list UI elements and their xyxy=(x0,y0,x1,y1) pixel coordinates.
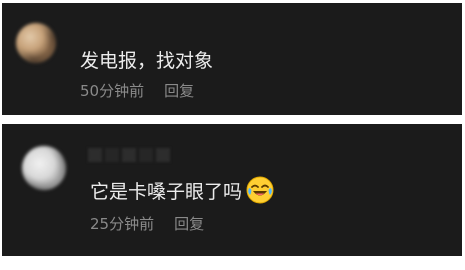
crying-laughing-emoji-icon xyxy=(246,176,274,204)
avatar[interactable] xyxy=(22,146,66,190)
reply-button[interactable]: 回复 xyxy=(174,215,204,233)
comment-text: 发电报，找对象 xyxy=(80,50,214,72)
username-redacted xyxy=(88,148,170,162)
comment-meta: 25分钟前 回复 xyxy=(90,215,204,233)
comment-time: 50分钟前 xyxy=(80,82,145,100)
comment-item: 它是卡嗓子眼了吗 25分钟前 回复 xyxy=(2,124,462,256)
comment-text-row: 它是卡嗓子眼了吗 xyxy=(90,176,274,204)
avatar[interactable] xyxy=(16,23,56,63)
comment-time: 25分钟前 xyxy=(90,215,155,233)
comments-screenshot: 发电报，找对象 50分钟前 回复 它是卡嗓子眼了吗 25分钟前 回复 xyxy=(0,0,465,270)
comment-text: 它是卡嗓子眼了吗 xyxy=(90,181,243,203)
comment-item: 发电报，找对象 50分钟前 回复 xyxy=(2,3,462,115)
reply-button[interactable]: 回复 xyxy=(164,82,194,100)
comment-meta: 50分钟前 回复 xyxy=(80,82,194,100)
